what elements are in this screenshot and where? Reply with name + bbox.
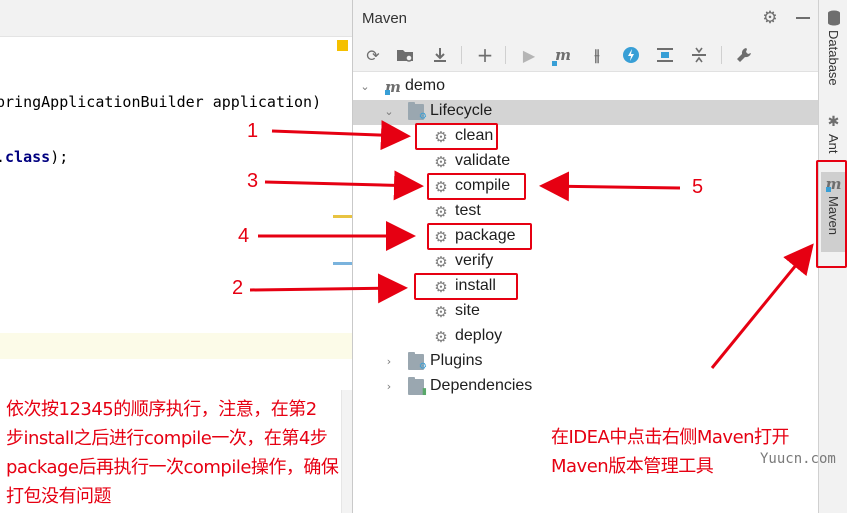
tree-node-phase-package[interactable]: ⚙ package: [353, 225, 819, 250]
collapse-all-icon[interactable]: [688, 44, 710, 66]
tree-label: test: [455, 202, 481, 219]
tree-label: deploy: [455, 327, 503, 344]
tree-label: validate: [455, 152, 511, 169]
tree-label: Dependencies: [430, 377, 533, 394]
add-icon[interactable]: +: [474, 43, 496, 67]
minimize-icon[interactable]: [796, 17, 810, 19]
chevron-down-icon[interactable]: ⌄: [359, 80, 371, 94]
step-number-5: 5: [692, 176, 704, 198]
watermark: Yuucn.com: [760, 451, 836, 467]
note-line: 步install之后进行compile一次，在第4步: [6, 428, 328, 449]
chevron-down-icon[interactable]: ⌄: [383, 105, 395, 119]
show-dependencies-icon[interactable]: [654, 44, 676, 66]
warning-marker[interactable]: [337, 40, 348, 51]
tree-node-phase-deploy[interactable]: ⚙ deploy: [353, 325, 819, 350]
change-marker[interactable]: [333, 215, 352, 218]
maven-toolbar: ⟳ + ▶ m ⫲: [353, 38, 819, 72]
ant-icon: ✱: [827, 114, 840, 130]
tree-label: Plugins: [430, 352, 483, 369]
wrench-icon[interactable]: [733, 44, 755, 66]
tree-node-phase-site[interactable]: ⚙ site: [353, 300, 819, 325]
folder-reload-icon[interactable]: [394, 44, 416, 66]
plugins-folder-icon: ⚙: [408, 352, 427, 372]
note-line: 依次按12345的顺序执行，注意，在第2: [6, 399, 317, 420]
gear-icon: ⚙: [434, 253, 448, 271]
toggle-offline-icon[interactable]: ⫲: [586, 44, 608, 66]
skip-tests-icon[interactable]: [620, 44, 642, 66]
note-line: 打包没有问题: [6, 486, 112, 507]
code-line: .class);: [0, 148, 69, 166]
highlight-box-maven-button: [816, 160, 847, 268]
tree-label: demo: [405, 77, 446, 94]
tree-node-dependencies[interactable]: › ▮ Dependencies: [353, 375, 819, 400]
step-number-3: 3: [247, 170, 259, 192]
step-number-4: 4: [238, 225, 250, 247]
gear-icon: ⚙: [434, 328, 448, 346]
download-icon[interactable]: [429, 44, 451, 66]
tree-node-phase-compile[interactable]: ⚙ compile: [353, 175, 819, 200]
ant-label: Ant: [826, 134, 841, 154]
change-marker[interactable]: [333, 262, 352, 265]
highlight-box-package: [427, 223, 532, 250]
code-line: pringApplicationBuilder application): [0, 93, 322, 111]
gear-icon: ⚙: [434, 303, 448, 321]
note-line: 在IDEA中点击右侧Maven打开: [551, 427, 790, 448]
ant-tool-button[interactable]: ✱ Ant: [821, 114, 846, 154]
highlight-box-install: [414, 273, 518, 300]
database-icon: [827, 10, 840, 26]
tree-node-lifecycle[interactable]: ⌄ ⚙ Lifecycle: [353, 100, 819, 125]
run-icon[interactable]: ▶: [518, 44, 540, 66]
lifecycle-folder-icon: ⚙: [408, 102, 427, 122]
maven-header: Maven ⚙: [353, 0, 819, 38]
step-number-1: 1: [247, 120, 259, 142]
note-line: package后再执行一次compile操作，确保: [6, 457, 339, 478]
highlight-box-clean: [415, 123, 498, 150]
current-line-highlight: [0, 333, 352, 359]
tree-node-phase-test[interactable]: ⚙ test: [353, 200, 819, 225]
instruction-note-left: 依次按12345的顺序执行，注意，在第2 步install之后进行compile…: [6, 395, 346, 511]
maven-title: Maven: [362, 10, 408, 27]
tree-label: Lifecycle: [430, 102, 493, 119]
highlight-box-compile: [427, 173, 526, 200]
toolbar-separator: [461, 46, 462, 64]
database-tool-button[interactable]: Database: [821, 10, 846, 86]
tree-label: verify: [455, 252, 494, 269]
toolbar-separator: [505, 46, 506, 64]
reload-icon[interactable]: ⟳: [362, 44, 384, 66]
gear-icon: ⚙: [434, 203, 448, 221]
editor-tab-bar: [0, 0, 352, 37]
maven-goal-icon[interactable]: m: [552, 44, 574, 66]
tree-node-phase-verify[interactable]: ⚙ verify: [353, 250, 819, 275]
step-number-2: 2: [232, 277, 244, 299]
maven-project-icon: m: [385, 78, 401, 96]
toolbar-separator: [721, 46, 722, 64]
tree-node-plugins[interactable]: › ⚙ Plugins: [353, 350, 819, 375]
settings-gear-icon[interactable]: ⚙: [761, 9, 779, 27]
database-label: Database: [826, 30, 841, 86]
tree-node-phase-validate[interactable]: ⚙ validate: [353, 150, 819, 175]
tree-label: site: [455, 302, 480, 319]
tree-node-demo[interactable]: ⌄ m demo: [353, 75, 819, 100]
dependencies-folder-icon: ▮: [408, 377, 427, 397]
chevron-right-icon[interactable]: ›: [383, 355, 395, 369]
gear-icon: ⚙: [434, 153, 448, 171]
chevron-right-icon[interactable]: ›: [383, 380, 395, 394]
